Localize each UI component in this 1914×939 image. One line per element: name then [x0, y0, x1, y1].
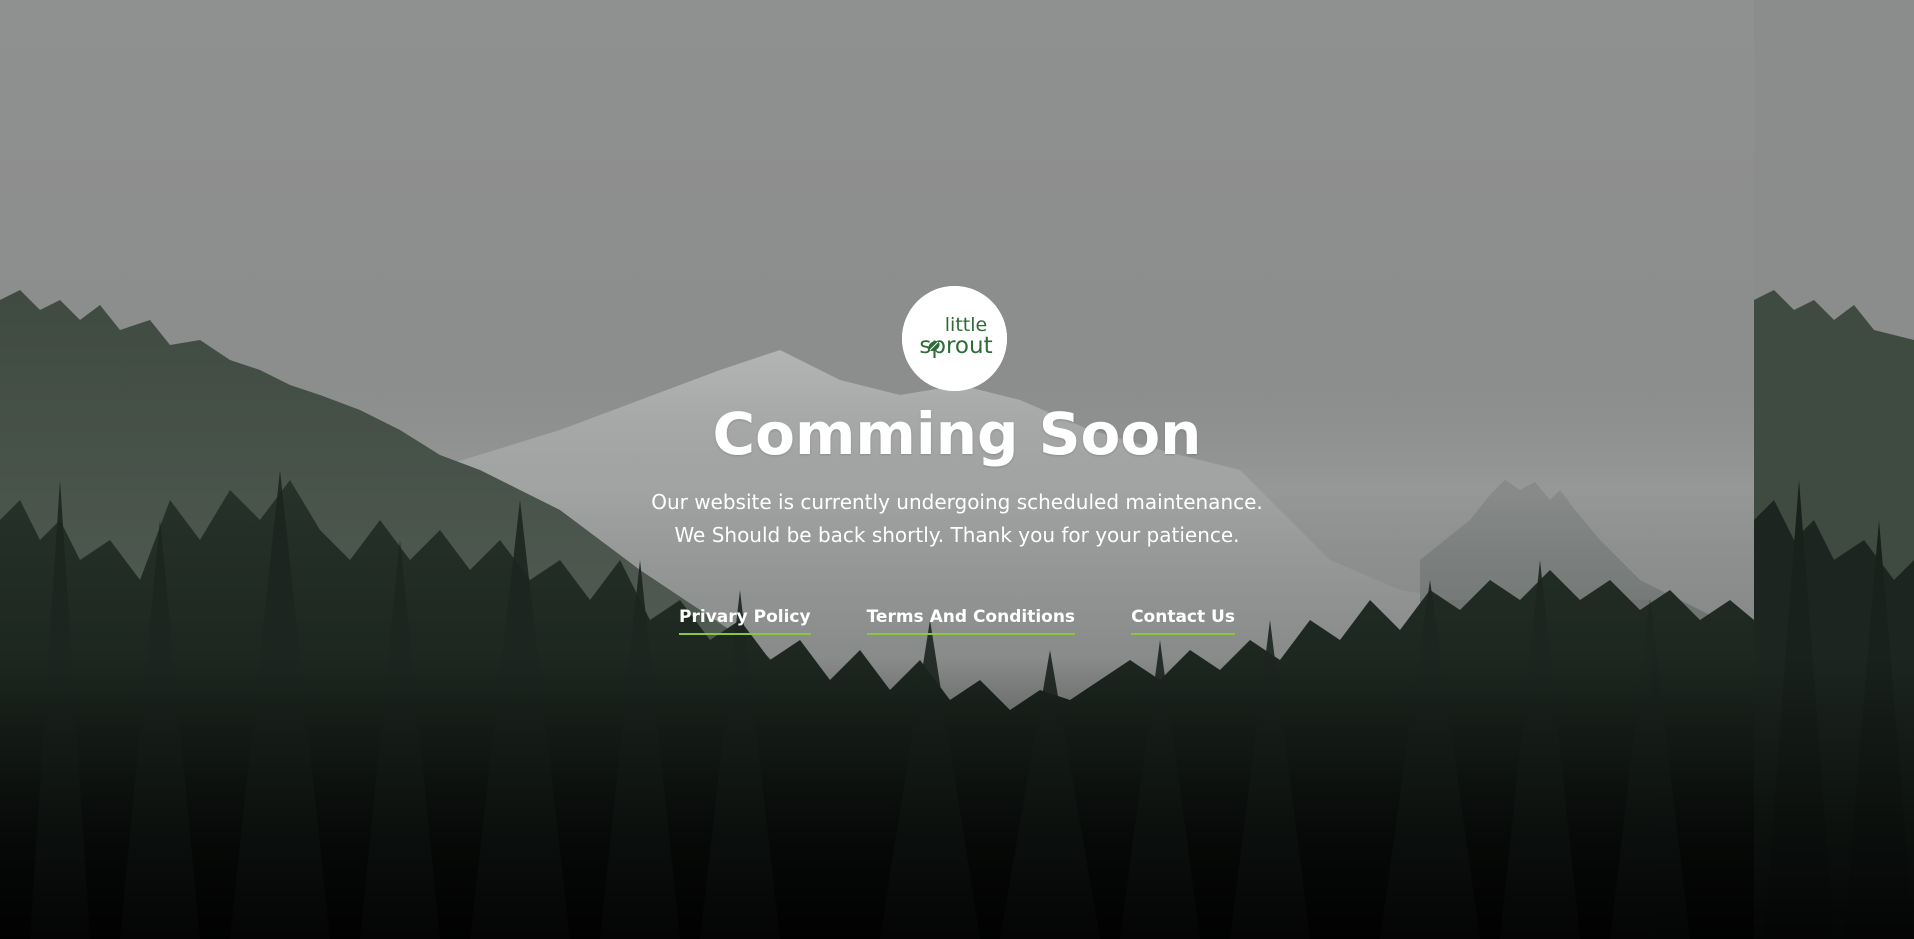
- maintenance-message-line-2: We Should be back shortly. Thank you for…: [674, 523, 1240, 547]
- footer-links: Privary Policy Terms And Conditions Cont…: [0, 603, 1914, 635]
- little-sprout-logo: little sprout: [902, 286, 1007, 391]
- page-title: Comming Soon: [712, 400, 1202, 468]
- terms-and-conditions-link[interactable]: Terms And Conditions: [866, 603, 1076, 635]
- maintenance-message-line-1: Our website is currently undergoing sche…: [651, 490, 1263, 514]
- logo-mark: little sprout: [902, 286, 1007, 391]
- coming-soon-page: little sprout Comming Soon Our website i…: [0, 0, 1914, 939]
- privacy-policy-link[interactable]: Privary Policy: [679, 603, 811, 635]
- contact-us-link[interactable]: Contact Us: [1131, 603, 1235, 635]
